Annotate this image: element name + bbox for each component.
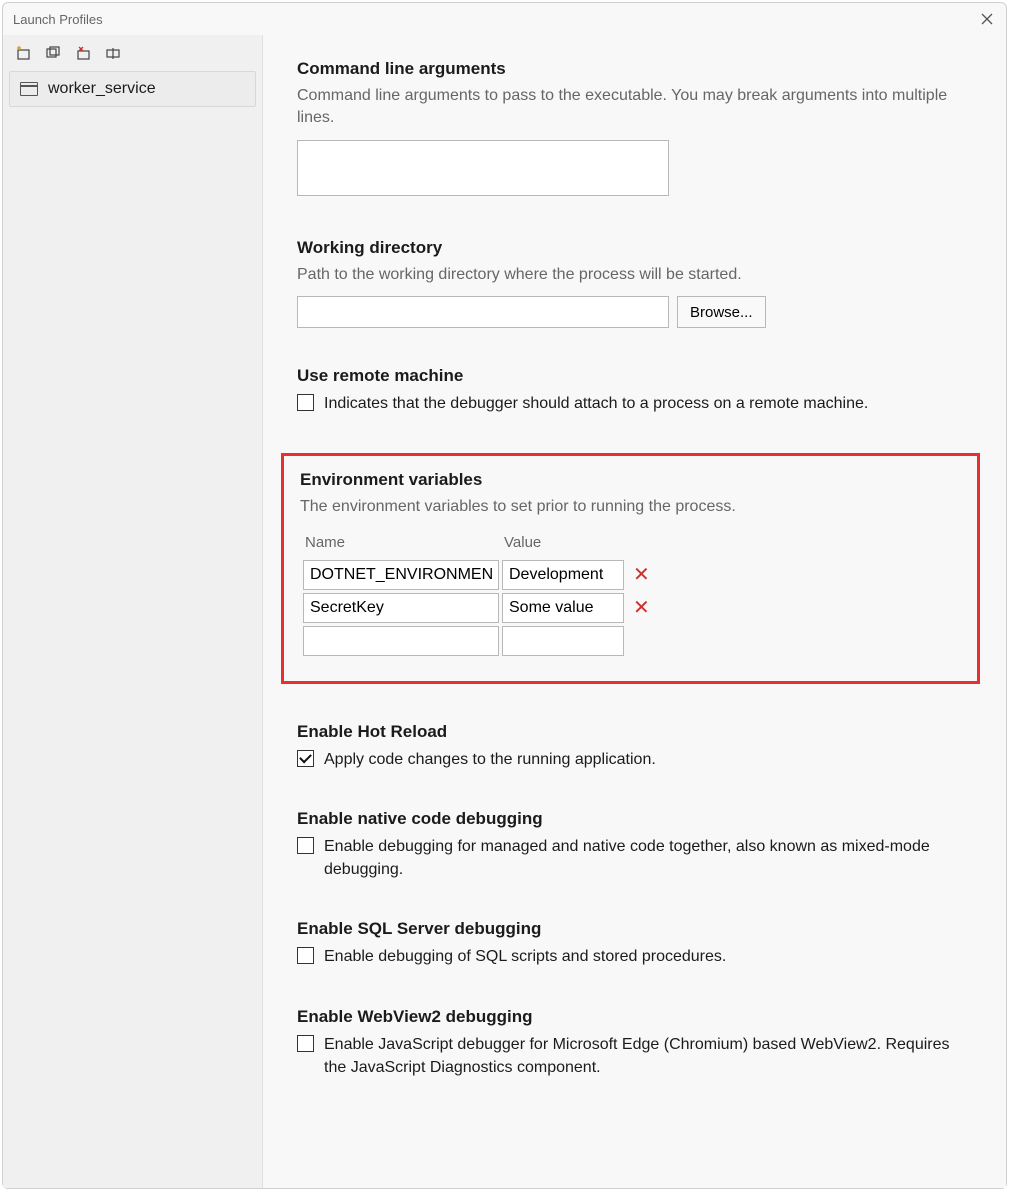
env-row [303,626,656,656]
remote-checkbox[interactable] [297,394,314,411]
remote-title: Use remote machine [297,366,970,386]
remote-label: Indicates that the debugger should attac… [324,392,970,415]
window-title: Launch Profiles [13,12,978,27]
close-button[interactable] [978,10,996,28]
titlebar: Launch Profiles [3,3,1006,35]
section-native-debug: Enable native code debugging Enable debu… [297,809,970,881]
launch-profiles-window: Launch Profiles w [2,2,1007,1189]
workdir-input[interactable] [297,296,669,328]
section-webview2-debug: Enable WebView2 debugging Enable JavaScr… [297,1007,970,1079]
env-header-value: Value [502,532,624,557]
sql-label: Enable debugging of SQL scripts and stor… [324,945,970,968]
browse-button[interactable]: Browse... [677,296,766,328]
sidebar: worker_service [3,35,263,1188]
env-name-input[interactable] [303,626,499,656]
profile-label: worker_service [48,80,156,98]
workdir-desc: Path to the working directory where the … [297,264,970,286]
content-panel: Command line arguments Command line argu… [263,35,1006,1188]
section-workdir: Working directory Path to the working di… [297,238,970,328]
section-sql-debug: Enable SQL Server debugging Enable debug… [297,919,970,968]
profile-toolbar [9,41,256,71]
native-title: Enable native code debugging [297,809,970,829]
env-value-input[interactable] [502,560,624,590]
rename-profile-icon[interactable] [105,45,121,61]
native-label: Enable debugging for managed and native … [324,835,970,881]
env-title: Environment variables [300,470,961,490]
env-desc: The environment variables to set prior t… [300,496,961,518]
env-value-input[interactable] [502,626,624,656]
section-env-variables: Environment variables The environment va… [281,453,980,683]
env-delete-button[interactable]: ✕ [627,597,656,619]
hotreload-title: Enable Hot Reload [297,722,970,742]
new-profile-icon[interactable] [15,45,31,61]
sql-checkbox[interactable] [297,947,314,964]
delete-profile-icon[interactable] [75,45,91,61]
env-name-input[interactable] [303,560,499,590]
profile-item-worker-service[interactable]: worker_service [9,71,256,107]
env-name-input[interactable] [303,593,499,623]
native-checkbox[interactable] [297,837,314,854]
env-value-input[interactable] [502,593,624,623]
env-row: ✕ [303,593,656,623]
env-header-name: Name [303,532,499,557]
section-remote: Use remote machine Indicates that the de… [297,366,970,415]
sql-title: Enable SQL Server debugging [297,919,970,939]
env-delete-button[interactable]: ✕ [627,564,656,586]
env-table: Name Value ✕ ✕ [300,529,659,659]
cmdline-title: Command line arguments [297,59,970,79]
hotreload-label: Apply code changes to the running applic… [324,748,970,771]
project-icon [20,82,38,96]
webview2-title: Enable WebView2 debugging [297,1007,970,1027]
section-cmdline: Command line arguments Command line argu… [297,59,970,200]
env-row: ✕ [303,560,656,590]
close-icon [981,13,993,25]
workdir-title: Working directory [297,238,970,258]
webview2-label: Enable JavaScript debugger for Microsoft… [324,1033,970,1079]
section-hot-reload: Enable Hot Reload Apply code changes to … [297,722,970,771]
hotreload-checkbox[interactable] [297,750,314,767]
duplicate-profile-icon[interactable] [45,45,61,61]
webview2-checkbox[interactable] [297,1035,314,1052]
cmdline-input[interactable] [297,140,669,196]
cmdline-desc: Command line arguments to pass to the ex… [297,85,970,130]
